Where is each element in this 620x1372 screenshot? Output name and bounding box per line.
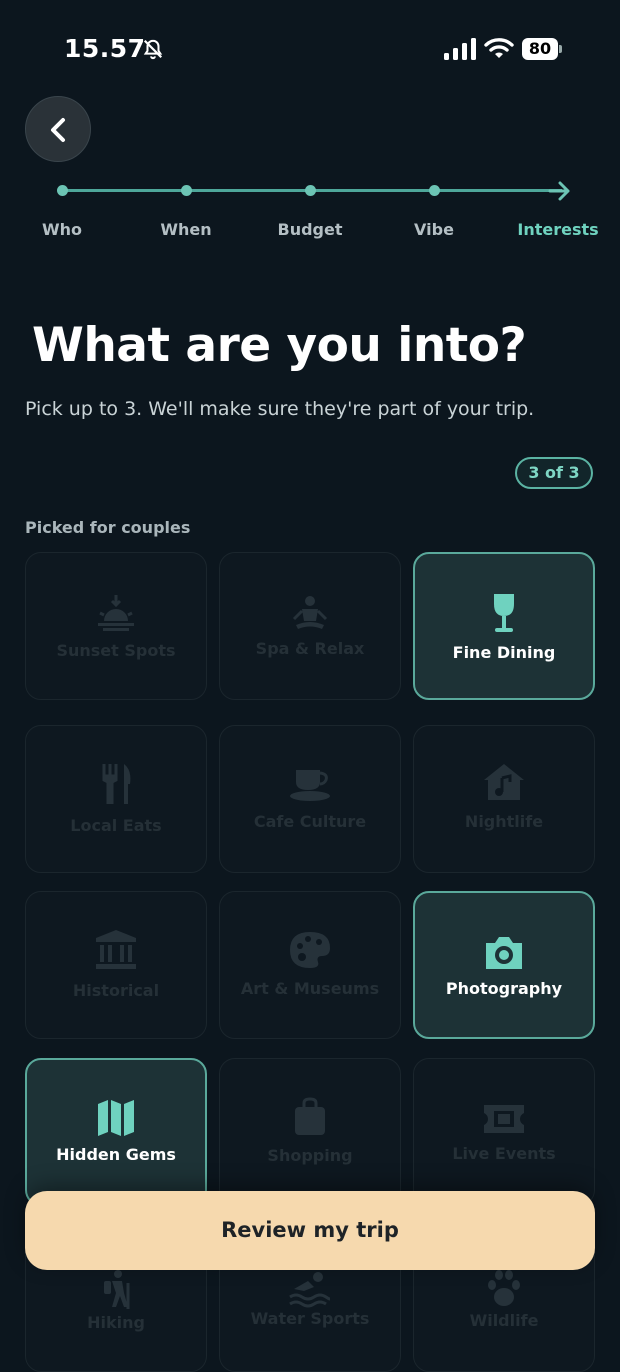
interest-card-hidden-gems[interactable]: Hidden Gems [25,1058,207,1206]
interest-card-spa-relax[interactable]: Spa & Relax [219,552,401,700]
battery-indicator: 80 [522,38,564,62]
interest-label: Hidden Gems [56,1145,176,1164]
interest-card-nightlife[interactable]: Nightlife [413,725,595,873]
sunset-icon [98,595,134,631]
interest-label: Photography [445,979,563,998]
page-subtitle: Pick up to 3. We'll make sure they're pa… [25,398,535,420]
interest-card-live-events[interactable]: Live Events [413,1058,595,1206]
map-icon [98,1100,134,1136]
interest-card-photography[interactable]: Photography [413,891,595,1039]
interest-label: Fine Dining [452,643,556,662]
step-label-who[interactable]: Who [42,220,82,239]
hiking-icon [104,1270,130,1309]
interest-label: Shopping [267,1146,353,1165]
interest-label: Hiking [87,1313,145,1332]
shopping-bag-icon [295,1097,325,1135]
interest-card-fine-dining[interactable]: Fine Dining [413,552,595,700]
interest-label: Sunset Spots [56,641,176,660]
interest-label: Water Sports [250,1309,370,1328]
arrow-right-icon [548,181,570,201]
interest-label: Nightlife [464,812,544,831]
interest-label: Spa & Relax [255,639,365,658]
meditation-icon [292,596,328,629]
interest-label: Cafe Culture [253,812,367,831]
bell-muted-icon [143,39,163,60]
section-label: Picked for couples [25,518,191,537]
interest-card-local-eats[interactable]: Local Eats [25,725,207,873]
wifi-icon [484,38,514,58]
status-time: 15.57 [64,34,146,63]
interest-card-cafe-culture[interactable]: Cafe Culture [219,725,401,873]
interest-card-historical[interactable]: Historical [25,891,207,1039]
signal-icon [444,38,476,60]
back-button[interactable] [25,96,91,162]
interest-label: Wildlife [469,1311,539,1330]
interest-label: Local Eats [70,816,162,835]
step-label-interests[interactable]: Interests [517,220,598,239]
battery-level: 80 [528,39,552,58]
chevron-left-icon [51,118,65,142]
interest-label: Live Events [452,1144,556,1163]
interest-card-art-museums[interactable]: Art & Museums [219,891,401,1039]
coffee-cup-icon [290,770,330,801]
ticket-icon [484,1105,524,1133]
step-label-when[interactable]: When [160,220,211,239]
step-label-vibe[interactable]: Vibe [414,220,454,239]
swimmer-icon [289,1272,331,1308]
music-house-icon [484,764,524,800]
wine-glass-icon [494,594,514,632]
status-bar: 15.57 80 [0,0,620,100]
step-dot-budget [305,185,316,196]
utensils-icon [102,764,131,804]
step-dot-vibe [429,185,440,196]
step-dot-when [181,185,192,196]
page-title: What are you into? [32,318,527,373]
camera-icon [486,937,522,969]
interest-label: Historical [72,981,160,1000]
interest-label: Art & Museums [240,979,380,998]
landmark-icon [96,930,136,969]
step-dot-who [57,185,68,196]
progress-stepper: Who When Budget Vibe Interests [0,170,620,250]
palette-icon [290,932,330,968]
selection-counter: 3 of 3 [515,457,593,489]
step-label-budget[interactable]: Budget [278,220,343,239]
interest-card-shopping[interactable]: Shopping [219,1058,401,1206]
interest-card-sunset-spots[interactable]: Sunset Spots [25,552,207,700]
review-trip-button[interactable]: Review my trip [25,1191,595,1270]
paw-icon [488,1270,520,1306]
